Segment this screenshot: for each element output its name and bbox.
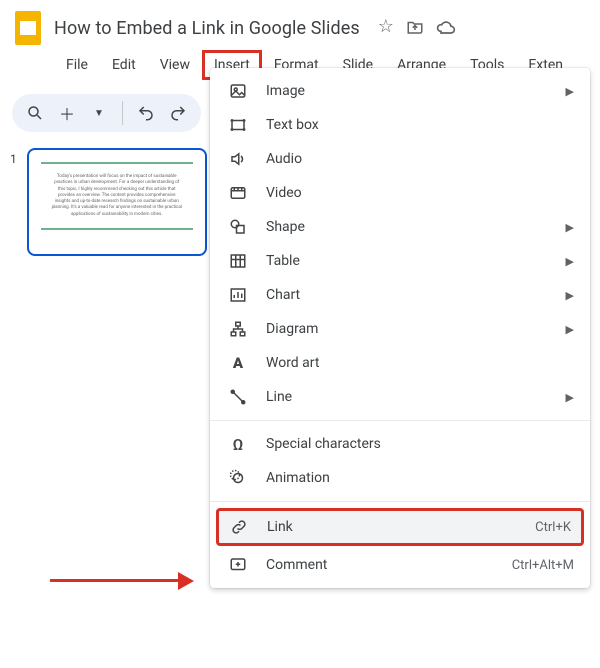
slides-filmstrip: 1 Today's presentation will focus on the… (10, 148, 230, 256)
star-icon[interactable]: ☆ (378, 18, 394, 38)
menu-view[interactable]: View (148, 50, 202, 80)
line-icon (228, 387, 248, 407)
insert-wordart[interactable]: A Word art (210, 346, 590, 380)
diagram-icon (228, 319, 248, 339)
animation-icon (228, 468, 248, 488)
wordart-icon: A (228, 353, 248, 373)
insert-image[interactable]: Image ▶ (210, 74, 590, 108)
insert-dropdown: Image ▶ Text box Audio Video Shape ▶ Tab… (210, 68, 590, 588)
insert-wordart-label: Word art (266, 355, 574, 371)
insert-textbox[interactable]: Text box (210, 108, 590, 142)
slide-thumbnail[interactable]: 1 Today's presentation will focus on the… (10, 148, 230, 256)
insert-link-shortcut: Ctrl+K (535, 520, 571, 535)
chevron-right-icon: ▶ (566, 221, 574, 234)
insert-comment[interactable]: Comment Ctrl+Alt+M (210, 548, 590, 582)
chevron-right-icon: ▶ (566, 391, 574, 404)
omega-icon: Ω (228, 434, 248, 454)
comment-icon (228, 555, 248, 575)
menu-file[interactable]: File (54, 50, 100, 80)
insert-comment-label: Comment (266, 557, 494, 573)
insert-line-label: Line (266, 389, 548, 405)
insert-table-label: Table (266, 253, 548, 269)
insert-shape-label: Shape (266, 219, 548, 235)
annotation-arrow (50, 570, 200, 590)
insert-special-characters[interactable]: Ω Special characters (210, 427, 590, 461)
slides-logo[interactable] (12, 8, 44, 48)
undo-icon[interactable] (133, 100, 159, 126)
new-slide-button[interactable]: ＋ (54, 100, 80, 126)
slide-number: 1 (10, 148, 17, 256)
chevron-right-icon: ▶ (566, 85, 574, 98)
link-icon (229, 517, 249, 537)
insert-video-label: Video (266, 185, 574, 201)
insert-link[interactable]: Link Ctrl+K (216, 508, 584, 546)
document-title[interactable]: How to Embed a Link in Google Slides (54, 18, 360, 39)
chevron-right-icon: ▶ (566, 289, 574, 302)
insert-table[interactable]: Table ▶ (210, 244, 590, 278)
cloud-status-icon[interactable] (436, 18, 456, 38)
image-icon (228, 81, 248, 101)
chevron-right-icon: ▶ (566, 323, 574, 336)
insert-audio[interactable]: Audio (210, 142, 590, 176)
audio-icon (228, 149, 248, 169)
insert-link-label: Link (267, 519, 517, 535)
insert-chart-label: Chart (266, 287, 548, 303)
insert-image-label: Image (266, 83, 548, 99)
shape-icon (228, 217, 248, 237)
menu-divider (210, 501, 590, 502)
chart-icon (228, 285, 248, 305)
insert-animation[interactable]: Animation (210, 461, 590, 495)
insert-comment-shortcut: Ctrl+Alt+M (512, 558, 574, 573)
insert-line[interactable]: Line ▶ (210, 380, 590, 414)
chevron-right-icon: ▶ (566, 255, 574, 268)
search-icon[interactable] (22, 100, 48, 126)
redo-icon[interactable] (165, 100, 191, 126)
insert-special-label: Special characters (266, 436, 574, 452)
insert-audio-label: Audio (266, 151, 574, 167)
insert-diagram[interactable]: Diagram ▶ (210, 312, 590, 346)
insert-shape[interactable]: Shape ▶ (210, 210, 590, 244)
move-folder-icon[interactable] (406, 18, 424, 38)
menu-edit[interactable]: Edit (100, 50, 148, 80)
textbox-icon (228, 115, 248, 135)
insert-animation-label: Animation (266, 470, 574, 486)
new-slide-dropdown-icon[interactable]: ▼ (86, 100, 112, 126)
insert-diagram-label: Diagram (266, 321, 548, 337)
menu-divider (210, 420, 590, 421)
slide-thumb-content: Today's presentation will focus on the i… (41, 166, 193, 226)
table-icon (228, 251, 248, 271)
insert-chart[interactable]: Chart ▶ (210, 278, 590, 312)
video-icon (228, 183, 248, 203)
insert-video[interactable]: Video (210, 176, 590, 210)
insert-textbox-label: Text box (266, 117, 574, 133)
